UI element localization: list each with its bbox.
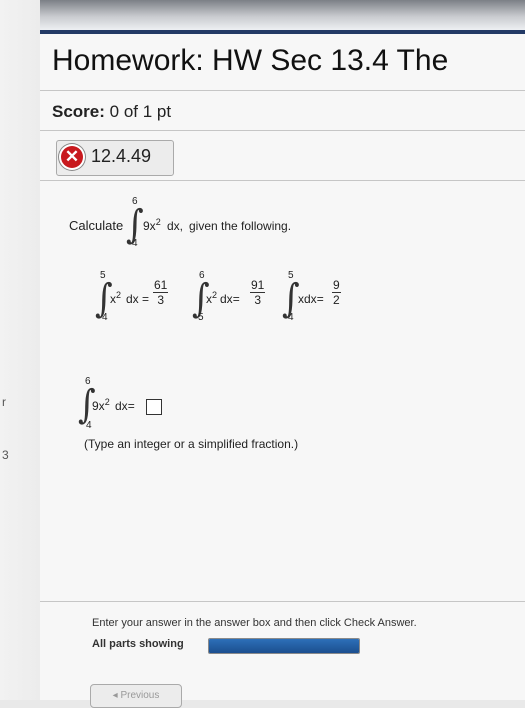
edge-glyph: 3 (2, 448, 9, 462)
answer-dx: dx= (115, 399, 135, 413)
homework-panel: Homework: HW Sec 13.4 The Score: 0 of 1 … (40, 34, 525, 708)
left-page-strip: r 3 (0, 0, 40, 700)
given3-integrand: xdx= (298, 292, 324, 306)
given1-dx: dx = (126, 292, 150, 306)
given1-integrand: x2 (110, 290, 122, 306)
given2-dx: dx= (220, 292, 240, 306)
main-dx: dx, (167, 219, 184, 233)
answer-input-box[interactable] (146, 399, 162, 415)
edge-glyph: r (2, 395, 6, 409)
given2-integrand: x2 (206, 290, 218, 306)
previous-button[interactable]: ◂ Previous (90, 684, 182, 708)
prompt-given: given the following. (189, 219, 292, 233)
question-divider (40, 180, 525, 181)
question-id: 12.4.49 (91, 146, 152, 166)
browser-top-bar (40, 0, 525, 34)
instruction-text: Enter your answer in the answer box and … (92, 617, 417, 629)
footer-divider (40, 601, 525, 602)
main-lower-limit: 4 (132, 238, 138, 249)
parts-progress-bar (208, 638, 360, 654)
score-display: Score: 0 of 1 pt (52, 102, 171, 122)
given2-lower: 5 (198, 312, 204, 323)
given3-lower: 4 (288, 312, 294, 323)
main-integrand: 9x2 (143, 217, 161, 233)
question-area: Calculate 6 ∫ 4 9x2 dx, given the follow… (40, 184, 525, 584)
given1-lower: 4 (102, 312, 108, 323)
given3-fraction: 92 (332, 278, 341, 307)
answer-lower-limit: 4 (86, 420, 92, 431)
parts-label: All parts showing (92, 638, 184, 650)
answer-integrand: 9x2 (92, 397, 110, 413)
title-divider (40, 90, 525, 91)
incorrect-x-icon: ✕ (61, 146, 83, 168)
given2-fraction: 91 3 (250, 278, 266, 307)
score-value: 0 of 1 pt (109, 102, 172, 121)
score-label: Score: (52, 102, 105, 121)
progress-fill (209, 639, 359, 653)
question-id-tab[interactable]: ✕ 12.4.49 (56, 140, 174, 176)
answer-hint: (Type an integer or a simplified fractio… (84, 437, 299, 451)
page-title: Homework: HW Sec 13.4 The (52, 44, 449, 77)
given1-fraction: 61 3 (153, 278, 169, 307)
score-divider (40, 130, 525, 131)
prompt-calculate: Calculate (69, 218, 124, 233)
